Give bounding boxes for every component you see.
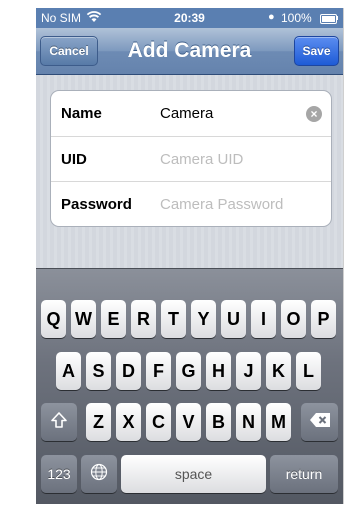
- key-h[interactable]: H: [206, 352, 231, 390]
- key-d[interactable]: D: [116, 352, 141, 390]
- key-c[interactable]: C: [146, 403, 171, 441]
- key-n[interactable]: N: [236, 403, 261, 441]
- key-m[interactable]: M: [266, 403, 291, 441]
- key-w[interactable]: W: [71, 300, 96, 338]
- battery-nub: [336, 16, 338, 20]
- shift-icon: [50, 411, 68, 434]
- key-e[interactable]: E: [101, 300, 126, 338]
- name-label: Name: [61, 105, 102, 122]
- key-f[interactable]: F: [146, 352, 171, 390]
- password-field[interactable]: Camera Password: [160, 196, 283, 213]
- key-y[interactable]: Y: [191, 300, 216, 338]
- key-i[interactable]: I: [251, 300, 276, 338]
- navigation-bar: Cancel Add Camera Save: [36, 28, 343, 75]
- key-g[interactable]: G: [176, 352, 201, 390]
- password-row[interactable]: Password Camera Password: [51, 181, 331, 226]
- uid-row[interactable]: UID Camera UID: [51, 136, 331, 182]
- alarm-icon: ●: [268, 11, 275, 23]
- key-q[interactable]: Q: [41, 300, 66, 338]
- battery-percent: 100%: [281, 11, 312, 25]
- key-v[interactable]: V: [176, 403, 201, 441]
- shift-key[interactable]: [41, 403, 77, 441]
- battery-icon: [320, 14, 337, 24]
- phone-screen: No SIM 20:39 ● 100% Cancel Add Camera Sa…: [36, 8, 343, 504]
- return-key[interactable]: return: [270, 455, 338, 493]
- delete-key[interactable]: [301, 403, 338, 441]
- key-o[interactable]: O: [281, 300, 306, 338]
- key-l[interactable]: L: [296, 352, 321, 390]
- delete-icon: [309, 412, 331, 433]
- name-field[interactable]: Camera: [160, 105, 213, 122]
- uid-field[interactable]: Camera UID: [160, 151, 243, 168]
- space-key[interactable]: space: [121, 455, 266, 493]
- keyboard: Q W E R T Y U I O P A S D F G H J K L Z …: [36, 268, 343, 504]
- key-x[interactable]: X: [116, 403, 141, 441]
- camera-form: Name Camera × UID Camera UID Password Ca…: [50, 90, 332, 227]
- page-border: [343, 8, 344, 504]
- form-area: Name Camera × UID Camera UID Password Ca…: [36, 75, 343, 268]
- save-button[interactable]: Save: [294, 36, 339, 66]
- globe-icon: [90, 463, 108, 486]
- clear-text-icon[interactable]: ×: [306, 106, 322, 122]
- key-k[interactable]: K: [266, 352, 291, 390]
- key-p[interactable]: P: [311, 300, 336, 338]
- globe-key[interactable]: [81, 455, 117, 493]
- key-s[interactable]: S: [86, 352, 111, 390]
- key-t[interactable]: T: [161, 300, 186, 338]
- key-a[interactable]: A: [56, 352, 81, 390]
- key-b[interactable]: B: [206, 403, 231, 441]
- key-z[interactable]: Z: [86, 403, 111, 441]
- key-u[interactable]: U: [221, 300, 246, 338]
- uid-label: UID: [61, 151, 87, 168]
- key-j[interactable]: J: [236, 352, 261, 390]
- status-bar: No SIM 20:39 ● 100%: [36, 8, 343, 28]
- key-r[interactable]: R: [131, 300, 156, 338]
- name-row[interactable]: Name Camera ×: [51, 91, 331, 136]
- password-label: Password: [61, 196, 132, 213]
- numbers-key[interactable]: 123: [41, 455, 77, 493]
